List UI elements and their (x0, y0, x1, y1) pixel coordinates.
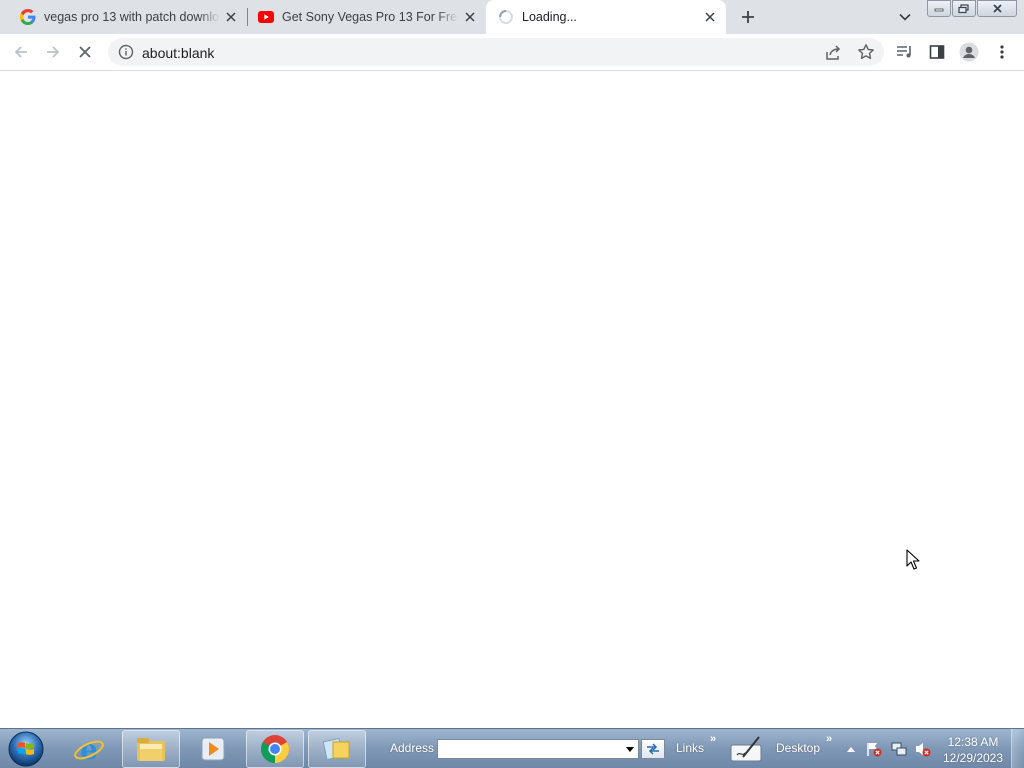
new-tab-button[interactable] (736, 5, 760, 29)
back-button[interactable] (9, 40, 33, 64)
taskbar-media-player[interactable] (184, 730, 242, 768)
taskbar-file-explorer[interactable] (122, 730, 180, 768)
profile-button[interactable] (957, 40, 981, 64)
browser-menu-button[interactable] (990, 40, 1014, 64)
address-toolbar-label: Address (390, 741, 435, 755)
tab-strip: vegas pro 13 with patch download - Googl… (0, 0, 1024, 34)
clock-date: 12/29/2023 (942, 751, 1004, 765)
youtube-icon (258, 9, 274, 25)
show-desktop-button[interactable] (1011, 729, 1024, 768)
tab-loading[interactable]: Loading... (486, 0, 726, 34)
taskbar-tablet-input[interactable] (724, 730, 768, 768)
screen: vegas pro 13 with patch download - Googl… (0, 0, 1024, 768)
tab-youtube-video[interactable]: Get Sony Vegas Pro 13 For Free! ( (248, 0, 486, 34)
side-panel-icon (929, 45, 945, 59)
desktop-chevron-icon[interactable]: » (826, 733, 832, 745)
action-center-icon[interactable] (866, 741, 882, 757)
chrome-icon (261, 735, 289, 763)
restore-icon (958, 3, 969, 13)
plus-icon (742, 11, 754, 23)
system-clock[interactable]: 12:38 AM 12/29/2023 (936, 734, 1010, 766)
windows-explorer-icon (322, 737, 350, 761)
tab-title: vegas pro 13 with patch download - Googl… (44, 10, 220, 24)
close-icon (79, 46, 91, 58)
tab-close-icon[interactable] (462, 9, 478, 25)
share-icon[interactable] (824, 44, 842, 62)
minimize-icon (934, 8, 944, 11)
internet-explorer-icon: e (74, 733, 104, 765)
windows-start-icon (8, 731, 44, 767)
taskbar-address-input[interactable] (437, 739, 639, 759)
windows-taskbar: e Address Links » Desktop » 12:38 AM 12/… (0, 728, 1024, 768)
arrow-left-icon (14, 46, 27, 58)
address-dropdown-button[interactable] (622, 740, 638, 758)
side-panel-button[interactable] (925, 40, 949, 64)
chevron-down-icon (626, 746, 634, 752)
go-arrows-icon (647, 743, 659, 755)
taskbar-internet-explorer[interactable]: e (60, 730, 118, 768)
media-player-icon (201, 737, 225, 761)
info-icon[interactable] (118, 44, 134, 60)
chevron-down-icon (899, 13, 911, 21)
window-controls (927, 0, 1018, 18)
tab-title: Loading... (522, 10, 577, 24)
arrow-right-icon (47, 46, 60, 58)
address-go-button[interactable] (641, 739, 665, 759)
stop-loading-button[interactable] (73, 40, 97, 64)
chevron-up-icon (847, 747, 855, 752)
file-explorer-icon (137, 738, 165, 761)
media-controls-button[interactable] (893, 40, 917, 64)
media-playlist-icon (897, 46, 911, 58)
tab-title: Get Sony Vegas Pro 13 For Free! ( (282, 10, 458, 24)
browser-toolbar: about:blank (0, 34, 1024, 71)
volume-muted-icon[interactable] (915, 741, 931, 757)
tab-close-icon[interactable] (223, 9, 239, 25)
star-icon[interactable] (857, 43, 875, 61)
restore-button[interactable] (952, 0, 976, 17)
url-text[interactable]: about:blank (142, 45, 214, 61)
address-bar[interactable]: about:blank (108, 38, 884, 66)
svg-text:e: e (80, 733, 98, 765)
taskbar-chrome[interactable] (246, 730, 304, 768)
close-icon (992, 4, 1002, 13)
person-icon (959, 42, 979, 62)
show-hidden-icons-button[interactable] (843, 741, 859, 757)
loading-spinner-icon (498, 9, 514, 25)
minimize-button[interactable] (927, 0, 951, 17)
links-chevron-icon[interactable]: » (710, 733, 716, 745)
desktop-toolbar-label[interactable]: Desktop (776, 741, 820, 755)
network-icon[interactable] (891, 741, 907, 757)
page-content (0, 71, 1024, 728)
tab-google-search[interactable]: vegas pro 13 with patch download - Googl… (0, 0, 247, 34)
kebab-menu-icon (1000, 45, 1004, 59)
forward-button[interactable] (41, 40, 65, 64)
tab-close-icon[interactable] (702, 9, 718, 25)
links-toolbar-label[interactable]: Links (676, 741, 704, 755)
mouse-cursor-icon (906, 549, 920, 570)
tab-search-button[interactable] (893, 5, 917, 29)
start-button[interactable] (6, 730, 46, 768)
taskbar-windows-explorer[interactable] (308, 730, 366, 768)
tablet-pen-icon (730, 736, 762, 762)
clock-time: 12:38 AM (947, 735, 999, 749)
google-g-icon (20, 9, 36, 25)
close-window-button[interactable] (977, 0, 1017, 17)
